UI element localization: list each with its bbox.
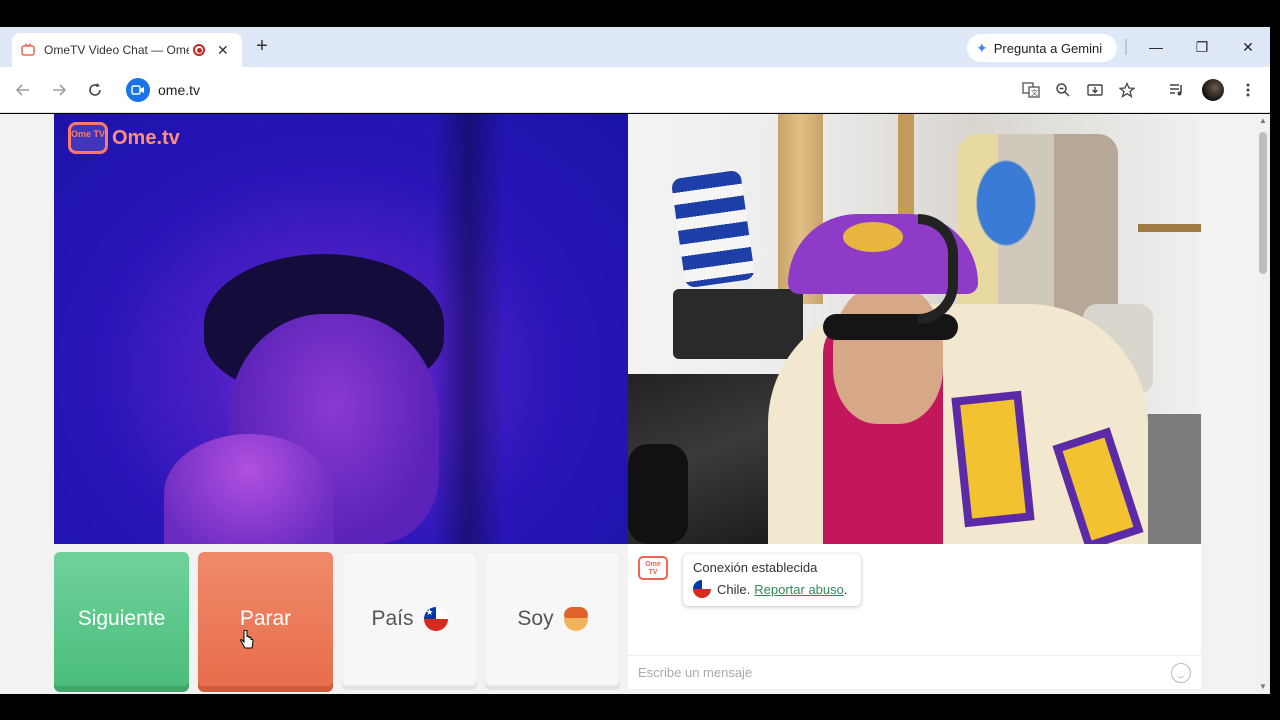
ometv-logo: Ome TV Ome.tv xyxy=(68,122,180,154)
svg-text:文: 文 xyxy=(1031,88,1038,97)
ometv-favicon-icon xyxy=(20,42,36,58)
logo-tv-icon: Ome TV xyxy=(68,122,108,154)
report-abuse-link[interactable]: Reportar abuso xyxy=(754,582,844,597)
next-label: Siguiente xyxy=(77,607,166,630)
gemini-label: Pregunta a Gemini xyxy=(993,40,1103,56)
next-button[interactable]: Siguiente xyxy=(54,552,189,686)
system-message: Conexión establecida Chile. Reportar abu… xyxy=(683,554,861,606)
site-camera-icon xyxy=(126,78,150,102)
stop-button[interactable]: Parar xyxy=(198,552,333,686)
scrollbar[interactable]: ▲ ▼ xyxy=(1256,114,1270,694)
partner-country: Chile. xyxy=(717,581,751,597)
page-content: Ome TV Ome.tv Siguiente Parar País ★ Soy… xyxy=(0,114,1256,694)
new-tab-button[interactable]: + xyxy=(252,35,272,58)
zoom-icon[interactable] xyxy=(1053,80,1073,100)
gemini-icon: ✦ xyxy=(976,39,988,56)
chile-flag-icon xyxy=(693,580,711,598)
minimize-button[interactable]: — xyxy=(1146,37,1166,57)
chat-input-row xyxy=(628,655,1201,689)
report-suffix: . xyxy=(843,581,848,597)
boy-emoji-icon xyxy=(563,607,588,631)
country-button[interactable]: País ★ xyxy=(342,552,477,686)
close-window-button[interactable]: ✕ xyxy=(1238,37,1258,57)
restore-button[interactable]: ❐ xyxy=(1192,37,1212,57)
mouse-cursor-icon xyxy=(240,630,254,649)
smile-icon[interactable] xyxy=(1171,662,1191,683)
gender-button[interactable]: Soy xyxy=(485,552,620,686)
chile-flag-icon: ★ xyxy=(423,607,448,631)
tab-bar: OmeTV Video Chat — Ome ✕ + ✦ Pregunta a … xyxy=(0,27,1270,67)
profile-avatar[interactable] xyxy=(1202,79,1224,101)
scroll-up-icon[interactable]: ▲ xyxy=(1258,116,1268,126)
url-text: ome.tv xyxy=(158,82,201,98)
local-video: Ome TV Ome.tv xyxy=(54,114,628,544)
stop-label: Parar xyxy=(239,607,292,630)
browser-toolbar: ome.tv 文 xyxy=(0,67,1270,113)
recording-icon xyxy=(193,44,205,56)
logo-text: Ome.tv xyxy=(112,126,180,149)
tab-close-icon[interactable]: ✕ xyxy=(217,42,229,59)
scroll-down-icon[interactable]: ▼ xyxy=(1258,682,1268,692)
scroll-thumb[interactable] xyxy=(1259,132,1267,274)
gemini-button[interactable]: ✦ Pregunta a Gemini xyxy=(967,34,1117,62)
tab-ometv[interactable]: OmeTV Video Chat — Ome ✕ xyxy=(12,33,242,67)
divider xyxy=(1125,39,1127,55)
reload-icon[interactable] xyxy=(85,80,105,100)
media-icon[interactable] xyxy=(1167,80,1187,100)
remote-video xyxy=(628,114,1201,544)
connection-status: Conexión establecida xyxy=(693,560,818,575)
screen: OmeTV Video Chat — Ome ✕ + ✦ Pregunta a … xyxy=(0,0,1280,720)
back-icon[interactable] xyxy=(13,80,33,100)
tab-title: OmeTV Video Chat — Ome xyxy=(44,43,189,57)
star-icon[interactable] xyxy=(1117,80,1137,100)
menu-icon[interactable] xyxy=(1238,80,1258,100)
forward-icon[interactable] xyxy=(49,80,69,100)
install-icon[interactable] xyxy=(1085,80,1105,100)
country-label: País xyxy=(371,607,414,630)
ometv-chat-logo-icon: Ome TV xyxy=(638,556,668,580)
gender-label: Soy xyxy=(517,607,554,630)
message-input[interactable] xyxy=(638,665,1171,680)
translate-icon[interactable]: 文 xyxy=(1021,80,1041,100)
address-bar[interactable]: ome.tv xyxy=(120,73,1150,107)
